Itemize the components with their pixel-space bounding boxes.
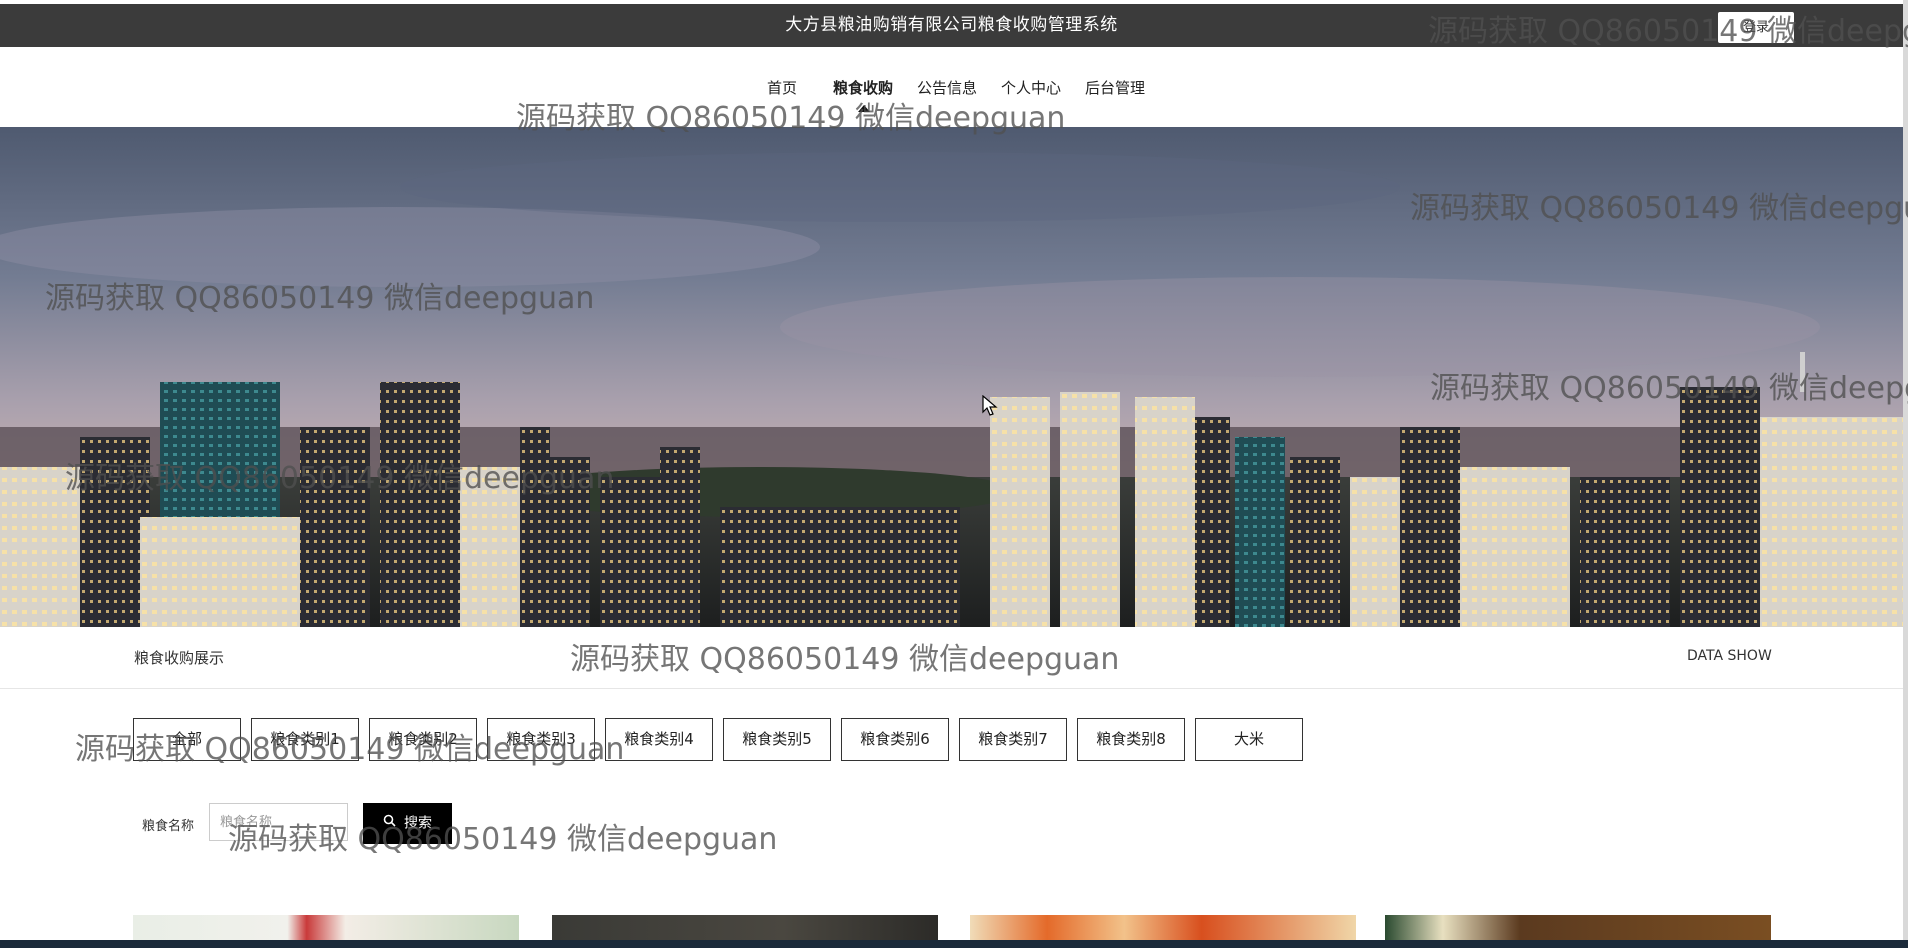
main-nav: 首页 粮食收购 公告信息 个人中心 后台管理 [0,47,1903,127]
grain-name-search-input[interactable] [209,803,348,841]
category-button-1[interactable]: 粮食类别1 [251,718,359,761]
category-button-4[interactable]: 粮食类别4 [605,718,713,761]
nav-item-grain-purchase[interactable]: 粮食收购 [833,77,893,98]
nav-item-personal-center[interactable]: 个人中心 [1001,77,1061,98]
category-button-all[interactable]: 全部 [133,718,241,761]
search-button-label: 搜索 [404,815,432,832]
category-button-5[interactable]: 粮食类别5 [723,718,831,761]
page-scrollbar[interactable] [1903,0,1908,940]
product-card-image[interactable] [552,915,938,940]
section-subtitle: DATA SHOW [1687,648,1772,664]
mouse-cursor-icon [982,395,998,416]
top-header-bar: 大方县粮油购销有限公司粮食收购管理系统 登录 [0,4,1903,47]
section-title: 粮食收购展示 [134,649,225,667]
section-header: 粮食收购展示 DATA SHOW [0,627,1903,689]
category-button-6[interactable]: 粮食类别6 [841,718,949,761]
active-nav-indicator-icon [858,105,870,112]
nav-item-announcements[interactable]: 公告信息 [917,77,977,98]
product-card-image[interactable] [1385,915,1771,940]
search-icon [383,803,396,844]
product-card-list [0,915,1903,940]
product-card-image[interactable] [970,915,1356,940]
hero-banner [0,127,1903,627]
category-button-3[interactable]: 粮食类别3 [487,718,595,761]
search-button[interactable]: 搜索 [363,803,452,844]
os-taskbar [0,940,1908,948]
category-button-8[interactable]: 粮食类别8 [1077,718,1185,761]
category-button-rice[interactable]: 大米 [1195,718,1303,761]
product-card-image[interactable] [133,915,519,940]
category-button-2[interactable]: 粮食类别2 [369,718,477,761]
nav-item-admin[interactable]: 后台管理 [1085,77,1145,98]
city-skyline-image [0,127,1903,627]
category-button-7[interactable]: 粮食类别7 [959,718,1067,761]
nav-item-home[interactable]: 首页 [767,77,797,98]
login-button[interactable]: 登录 [1718,12,1794,43]
search-label: 粮食名称 [142,819,195,834]
site-title: 大方县粮油购销有限公司粮食收购管理系统 [785,15,1118,35]
